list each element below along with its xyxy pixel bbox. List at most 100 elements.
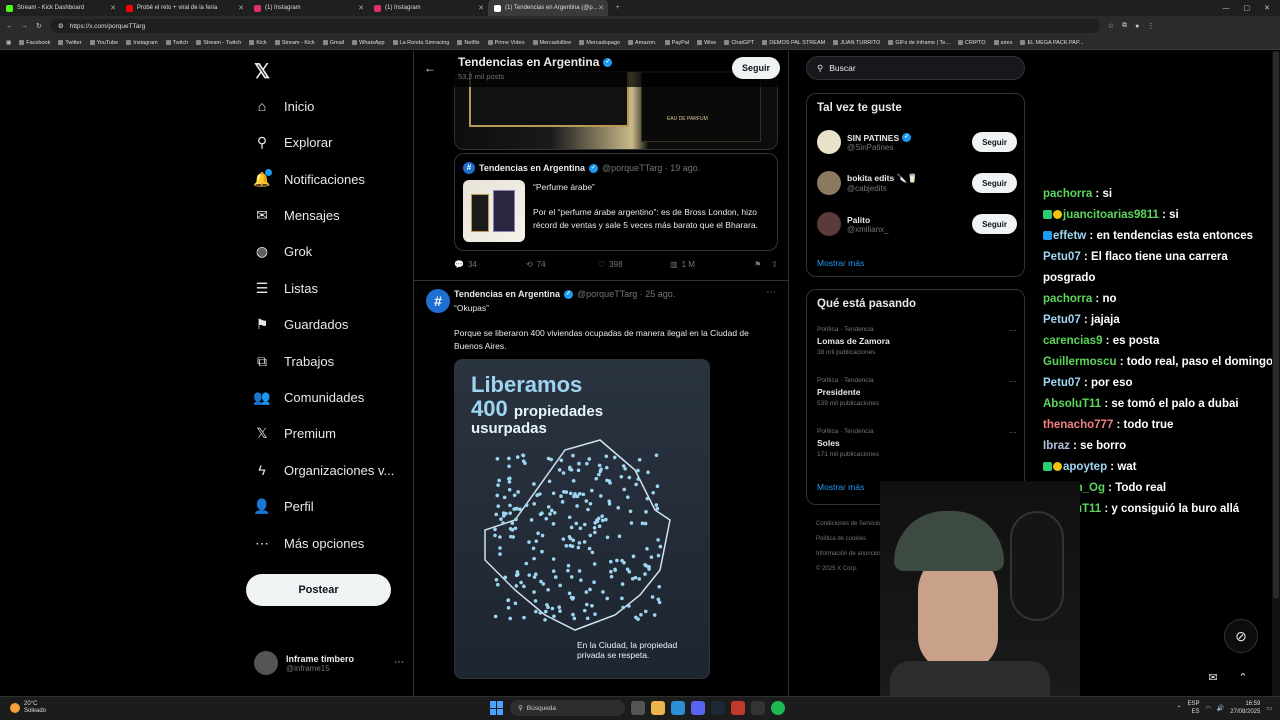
speaker-icon[interactable]: 🔊 [1217,705,1224,712]
close-tab-icon[interactable]: ✕ [598,4,604,12]
trend-item[interactable]: Política · Tendencia Lomas de Zamora 38 mi… [817,326,1017,356]
weather-widget[interactable]: 20°C Soleado [10,701,46,715]
nav-item-organizaciones-v[interactable]: ϟ Organizaciones v... [254,462,394,478]
more-icon[interactable]: ⋯ [766,287,776,298]
scrollbar[interactable] [1272,51,1280,696]
task-view-icon[interactable] [631,701,645,715]
bookmark-item[interactable]: Twitter [58,40,82,46]
close-tab-icon[interactable]: ✕ [238,4,244,12]
bookmark-item[interactable]: GIFs de Inframe | Te... [888,40,950,46]
nav-item-perfil[interactable]: 👤 Perfil [253,498,313,514]
profile-icon[interactable]: ● [1135,23,1139,30]
discord-icon[interactable] [691,701,705,715]
trend-item[interactable]: Política · Tendencia Soles 171 mil publica… [817,428,1017,458]
nav-item-comunidades[interactable]: 👥 Comunidades [253,389,364,405]
bookmark-item[interactable]: Wise [697,40,716,46]
reply-button[interactable]: 💬 34 [454,260,526,269]
apps-icon[interactable]: ▦ [6,40,11,46]
edge-icon[interactable] [671,701,685,715]
chevron-up-icon[interactable]: ⌃ [1238,671,1247,684]
browser-tab[interactable]: Stream - Kick Dashboard ✕ [0,0,120,16]
repost-button[interactable]: ⟲ 74 [526,260,598,269]
nav-item-explorar[interactable]: ⚲ Explorar [254,134,333,150]
browser-tab[interactable]: (1) Instagram ✕ [248,0,368,16]
bookmark-item[interactable]: Gmail [322,40,344,46]
bookmark-icon[interactable]: ⚑ [754,260,761,269]
follow-button[interactable]: Seguir [972,214,1017,234]
bookmark-item[interactable]: Netflix [457,40,480,46]
bookmark-item[interactable]: JUAN TURRITO [833,40,880,46]
views-button[interactable]: ▥ 1 M [670,260,742,269]
search-input[interactable]: ⚲ Buscar [806,56,1025,80]
nav-item-listas[interactable]: ☰ Listas [254,280,318,296]
close-tab-icon[interactable]: ✕ [478,4,484,12]
trend-item[interactable]: Política · Tendencia Presidente 539 mil pu… [817,377,1017,407]
bookmark-item[interactable]: CRIPTO [957,40,986,46]
follow-button[interactable]: Seguir [972,132,1017,152]
bookmark-item[interactable]: Instagram [126,40,158,46]
wifi-icon[interactable]: ◠ [1206,705,1211,712]
bookmark-item[interactable]: aires [993,40,1012,46]
bookmark-item[interactable]: Mercadopago [579,40,620,46]
bookmark-item[interactable]: YouTube [89,40,118,46]
minimize-icon[interactable]: — [1223,5,1230,12]
more-icon[interactable]: ⋯ [394,657,404,668]
bookmark-item[interactable]: EL MEGA PACK PAP... [1020,40,1084,46]
bookmark-item[interactable]: Amazon. [627,40,657,46]
menu-icon[interactable]: ⋮ [1147,22,1154,30]
nav-item-guardados[interactable]: ⚑ Guardados [254,316,349,332]
chevron-up-icon[interactable]: ⌃ [1177,705,1182,712]
nav-item-más-opciones[interactable]: ⋯ Más opciones [254,535,364,551]
bookmark-item[interactable]: Kick [249,40,267,46]
nav-item-trabajos[interactable]: ⧉ Trabajos [254,353,334,369]
url-input[interactable]: ⚙ https://x.com/porqueTTarg [49,19,1100,33]
bookmark-item[interactable]: DEMOS PAL STREAM [762,40,825,46]
more-icon[interactable]: ⋯ [1009,326,1017,335]
new-tab-icon[interactable]: + [608,5,628,11]
windows-start-icon[interactable] [490,701,504,715]
bookmark-item[interactable]: ChatGPT [724,40,754,46]
suggestion-item[interactable]: bokita edits 🔪🥛 @cabjedits Seguir [817,171,1017,195]
file-explorer-icon[interactable] [651,701,665,715]
obs-icon[interactable] [731,701,745,715]
account-switcher[interactable]: Inframe timbero @inframe15 ⋯ [254,651,404,675]
follow-button[interactable]: Seguir [972,173,1017,193]
share-icon[interactable]: ⇪ [771,260,778,269]
show-more-link[interactable]: Mostrar más [817,258,864,268]
show-more-link[interactable]: Mostrar más [817,482,864,492]
scrollbar-thumb[interactable] [1273,51,1279,599]
message-drawer[interactable]: ✉ ⌃ [1198,663,1258,691]
more-icon[interactable]: ⋯ [1009,428,1017,437]
star-icon[interactable]: ☆ [1108,22,1114,30]
spotify-icon[interactable] [771,701,785,715]
maximize-icon[interactable]: ▢ [1244,4,1251,12]
more-icon[interactable]: ⋯ [1009,377,1017,386]
bookmark-item[interactable]: WhatsApp [352,40,385,46]
quoted-post[interactable]: # Tendencias en Argentina ✓ @porqueTTarg… [454,153,778,251]
bookmark-item[interactable]: La Ronda Simracing [392,40,449,46]
bookmark-item[interactable]: Stream - Kick [274,40,315,46]
like-button[interactable]: ♡ 398 [598,260,670,269]
grok-icon[interactable]: ⊘ [1224,619,1258,653]
post-author[interactable]: Tendencias en Argentina [454,289,560,299]
extensions-icon[interactable]: ⧉ [1122,22,1127,30]
app-icon[interactable] [751,701,765,715]
nav-item-notificaciones[interactable]: 🔔 Notificaciones [253,169,365,187]
suggestion-item[interactable]: Palito @xmilianx_ Seguir [817,212,1017,236]
suggestion-item[interactable]: SIN PATINES ✓ @SinPatines Seguir [817,130,1017,154]
follow-button[interactable]: Seguir [731,57,780,79]
nav-item-mensajes[interactable]: ✉ Mensajes [254,207,340,223]
nav-item-grok[interactable]: ◍ Grok [254,243,312,259]
browser-tab[interactable]: Probé el reto + viral de la feria ✕ [120,0,248,16]
notification-icon[interactable]: ▭ [1266,705,1272,712]
reload-icon[interactable]: ↻ [36,22,42,30]
back-icon[interactable]: ← [6,23,13,30]
steam-icon[interactable] [711,701,725,715]
new-message-icon[interactable]: ✉ [1208,671,1217,684]
nav-item-premium[interactable]: 𝕏 Premium [254,425,336,441]
bookmark-item[interactable]: Prime Video [487,40,525,46]
bookmark-item[interactable]: Mercadolibre [532,40,571,46]
x-logo-icon[interactable]: 𝕏 [254,59,270,84]
bookmark-item[interactable]: Twitch [165,40,188,46]
back-arrow-icon[interactable]: ← [424,61,436,75]
